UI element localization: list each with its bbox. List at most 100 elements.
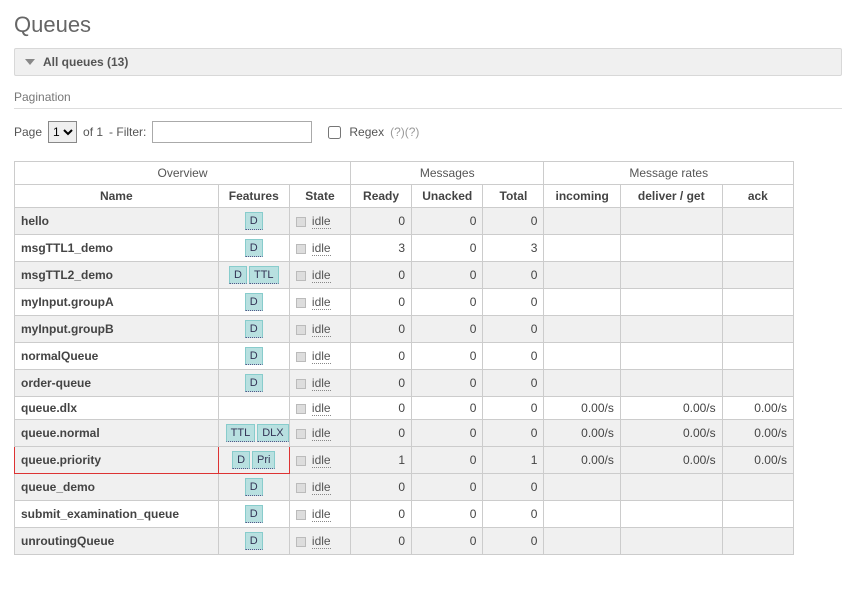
cell-ready: 3 <box>351 235 412 262</box>
cell-total: 0 <box>483 343 544 370</box>
feature-badge: D <box>245 239 263 257</box>
cell-ack <box>722 343 793 370</box>
feature-badge: D <box>245 478 263 496</box>
feature-badge: Pri <box>252 451 275 469</box>
feature-badge: D <box>245 320 263 338</box>
cell-total: 0 <box>483 370 544 397</box>
cell-incoming <box>544 289 620 316</box>
table-row[interactable]: order-queueDidle000 <box>15 370 794 397</box>
all-queues-accordion[interactable]: All queues (13) <box>14 48 842 76</box>
queue-state: idle <box>289 343 350 370</box>
cell-deliver_get: 0.00/s <box>620 420 722 447</box>
regex-checkbox[interactable] <box>328 126 341 139</box>
cell-ready: 0 <box>351 528 412 555</box>
table-row[interactable]: queue.dlxidle0000.00/s0.00/s0.00/s <box>15 397 794 420</box>
page-label: Page <box>14 125 42 139</box>
state-indicator-icon <box>296 404 306 414</box>
queue-name[interactable]: myInput.groupA <box>15 289 219 316</box>
col-total[interactable]: Total <box>483 185 544 208</box>
cell-incoming: 0.00/s <box>544 447 620 474</box>
table-row[interactable]: submit_examination_queueDidle000 <box>15 501 794 528</box>
queue-name[interactable]: myInput.groupB <box>15 316 219 343</box>
col-ack[interactable]: ack <box>722 185 793 208</box>
col-incoming[interactable]: incoming <box>544 185 620 208</box>
queue-features: D <box>218 474 289 501</box>
cell-ready: 0 <box>351 289 412 316</box>
queue-features: D <box>218 528 289 555</box>
cell-unacked: 0 <box>412 343 483 370</box>
regex-hint: (?)(?) <box>390 125 419 139</box>
queue-name[interactable]: submit_examination_queue <box>15 501 219 528</box>
cell-total: 0 <box>483 501 544 528</box>
queue-features: D <box>218 316 289 343</box>
cell-incoming <box>544 316 620 343</box>
table-row[interactable]: myInput.groupBDidle000 <box>15 316 794 343</box>
table-row[interactable]: unroutingQueueDidle000 <box>15 528 794 555</box>
page-select[interactable]: 1 <box>48 121 77 143</box>
col-ready[interactable]: Ready <box>351 185 412 208</box>
state-text: idle <box>312 534 331 549</box>
cell-ready: 0 <box>351 343 412 370</box>
state-text: idle <box>312 214 331 229</box>
chevron-down-icon <box>25 59 35 65</box>
queue-features: D <box>218 370 289 397</box>
cell-deliver_get <box>620 262 722 289</box>
queue-state: idle <box>289 501 350 528</box>
state-text: idle <box>312 401 331 416</box>
table-row[interactable]: helloDidle000 <box>15 208 794 235</box>
feature-badge: D <box>245 374 263 392</box>
cell-deliver_get: 0.00/s <box>620 447 722 474</box>
cell-total: 0 <box>483 528 544 555</box>
queue-name[interactable]: queue_demo <box>15 474 219 501</box>
queue-name[interactable]: msgTTL1_demo <box>15 235 219 262</box>
queue-name[interactable]: queue.priority <box>15 447 219 474</box>
queue-name[interactable]: queue.normal <box>15 420 219 447</box>
col-deliver-get[interactable]: deliver / get <box>620 185 722 208</box>
queue-name[interactable]: normalQueue <box>15 343 219 370</box>
filter-input[interactable] <box>152 121 312 143</box>
cell-ack <box>722 528 793 555</box>
table-row[interactable]: queue.normalTTLDLXidle0000.00/s0.00/s0.0… <box>15 420 794 447</box>
table-row[interactable]: queue.priorityDPriidle1010.00/s0.00/s0.0… <box>15 447 794 474</box>
cell-total: 0 <box>483 208 544 235</box>
queue-name[interactable]: msgTTL2_demo <box>15 262 219 289</box>
cell-incoming <box>544 370 620 397</box>
cell-deliver_get <box>620 370 722 397</box>
cell-ready: 0 <box>351 420 412 447</box>
table-row[interactable]: myInput.groupADidle000 <box>15 289 794 316</box>
queue-name[interactable]: order-queue <box>15 370 219 397</box>
col-state[interactable]: State <box>289 185 350 208</box>
feature-badge: D <box>245 532 263 550</box>
cell-unacked: 0 <box>412 474 483 501</box>
cell-ack <box>722 235 793 262</box>
table-row[interactable]: msgTTL2_demoDTTLidle000 <box>15 262 794 289</box>
queue-name[interactable]: unroutingQueue <box>15 528 219 555</box>
cell-ack <box>722 501 793 528</box>
cell-deliver_get: 0.00/s <box>620 397 722 420</box>
table-row[interactable]: normalQueueDidle000 <box>15 343 794 370</box>
cell-deliver_get <box>620 474 722 501</box>
cell-total: 0 <box>483 420 544 447</box>
state-text: idle <box>312 322 331 337</box>
table-row[interactable]: msgTTL1_demoDidle303 <box>15 235 794 262</box>
col-unacked[interactable]: Unacked <box>412 185 483 208</box>
queue-state: idle <box>289 528 350 555</box>
cell-ack <box>722 262 793 289</box>
state-text: idle <box>312 349 331 364</box>
queue-features: D <box>218 289 289 316</box>
queue-name[interactable]: hello <box>15 208 219 235</box>
table-row[interactable]: queue_demoDidle000 <box>15 474 794 501</box>
cell-incoming <box>544 208 620 235</box>
queue-features <box>218 397 289 420</box>
queue-name[interactable]: queue.dlx <box>15 397 219 420</box>
state-indicator-icon <box>296 271 306 281</box>
state-indicator-icon <box>296 537 306 547</box>
queue-state: idle <box>289 420 350 447</box>
cell-unacked: 0 <box>412 208 483 235</box>
col-name[interactable]: Name <box>15 185 219 208</box>
state-indicator-icon <box>296 379 306 389</box>
cell-ack <box>722 474 793 501</box>
col-features[interactable]: Features <box>218 185 289 208</box>
cell-ready: 1 <box>351 447 412 474</box>
cell-incoming <box>544 528 620 555</box>
